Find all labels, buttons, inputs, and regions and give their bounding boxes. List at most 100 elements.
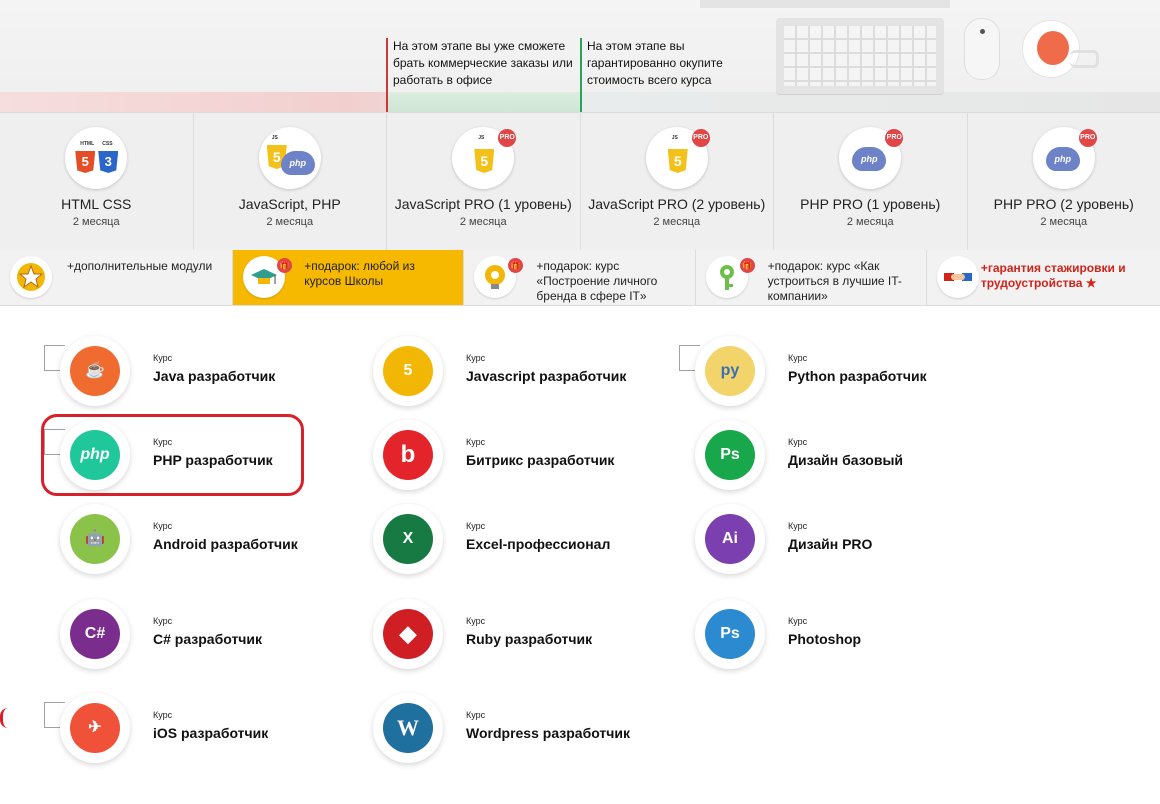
course-name: Ruby разработчик	[466, 631, 593, 647]
milestone-note-commercial: На этом этапе вы уже сможете брать комме…	[393, 39, 573, 87]
gift-icon: 🎁	[739, 258, 755, 273]
html5-icon: 5	[75, 151, 96, 173]
course-php-pro-1[interactable]: php PRO PHP PRO (1 уровень) 2 месяца	[774, 113, 968, 250]
mouse-illustration	[964, 18, 1000, 80]
keyboard-illustration	[776, 18, 944, 94]
course-title: PHP PRO (1 уровень)	[800, 196, 941, 212]
course-name: Дизайн PRO	[788, 536, 873, 552]
design-basic-icon: Ps	[705, 430, 755, 480]
php-elephant-icon: php	[1045, 147, 1080, 171]
excel-icon: X	[383, 514, 433, 564]
php-elephant-icon: php	[280, 151, 315, 175]
wordpress-icon: W	[383, 703, 433, 753]
course-duration: 2 месяца	[846, 216, 894, 228]
course-tile-excel[interactable]: X Курс Excel-профессионал	[355, 499, 655, 579]
course-tile-android[interactable]: 🤖 Курс Android разработчик	[42, 499, 342, 579]
course-tile-javascript[interactable]: 5 Курс Javascript разработчик	[355, 331, 655, 411]
desk-edge	[700, 0, 950, 8]
course-duration: 2 месяца	[72, 216, 120, 228]
gift-icon: 🎁	[277, 258, 293, 273]
milestone-note-payback: На этом этапе вы гарантированно окупите …	[587, 39, 723, 87]
bitrix-icon: b	[383, 430, 433, 480]
cup-handle-illustration	[1070, 50, 1099, 68]
course-js-php[interactable]: JS 5 php JavaScript, PHP 2 месяца	[194, 113, 387, 250]
js-pro-icon: JS 5 PRO	[452, 127, 517, 189]
pro-badge: PRO	[1078, 129, 1097, 147]
course-tile-design-basic[interactable]: Ps Курс Дизайн базовый	[677, 415, 977, 495]
android-icon: 🤖	[70, 514, 120, 564]
course-tile-bitrix[interactable]: b Курс Битрикс разработчик	[355, 415, 655, 495]
course-js-pro-2[interactable]: JS 5 PRO JavaScript PRO (2 уровень) 2 ме…	[581, 113, 774, 250]
course-tile-python[interactable]: py Курс Python разработчик	[677, 331, 977, 411]
timeline-green-segment	[387, 92, 581, 112]
bonus-gift-personal-brand[interactable]: 🎁 +подарок: курс «Построение личного бре…	[464, 250, 696, 305]
bonus-bar: +дополнительные модули 🎁 +подарок: любой…	[0, 250, 1160, 306]
course-duration: 2 месяца	[459, 216, 507, 228]
course-tile-design-pro[interactable]: Ai Курс Дизайн PRO	[677, 499, 977, 579]
pro-badge: PRO	[498, 129, 517, 147]
course-name: iOS разработчик	[153, 725, 269, 741]
lightbulb-icon: 🎁	[474, 256, 524, 298]
php-pro-icon: php PRO	[1032, 127, 1097, 189]
swift-icon: ✈	[70, 703, 120, 753]
course-js-pro-1[interactable]: JS 5 PRO JavaScript PRO (1 уровень) 2 ме…	[387, 113, 581, 250]
course-tile-csharp[interactable]: C# Курс C# разработчик	[42, 594, 342, 674]
pro-badge: PRO	[885, 129, 904, 147]
php-elephant-icon: php	[852, 147, 887, 171]
html-css-icon: HTML CSS 5 3	[65, 127, 128, 189]
js-shield-icon: 5	[474, 149, 495, 173]
course-tile-java[interactable]: ☕ Курс Java разработчик	[42, 331, 342, 411]
course-roadmap: HTML CSS 5 3 HTML CSS 2 месяца JS 5 php …	[0, 112, 1160, 251]
milestone-line-green	[580, 38, 582, 112]
selection-highlight	[41, 414, 304, 496]
course-name: Photoshop	[788, 631, 862, 647]
handshake-icon	[936, 256, 979, 298]
java-icon: ☕	[70, 346, 120, 396]
course-php-pro-2[interactable]: php PRO PHP PRO (2 уровень) 2 месяца	[968, 113, 1160, 250]
design-pro-icon: Ai	[705, 514, 755, 564]
ruby-icon: ◆	[383, 609, 433, 659]
course-tile-ios[interactable]: ✈ Курс iOS разработчик	[42, 688, 342, 768]
course-html-css[interactable]: HTML CSS 5 3 HTML CSS 2 месяца	[0, 113, 194, 250]
js-shield-icon: 5	[667, 149, 688, 173]
course-title: JavaScript, PHP	[238, 196, 341, 212]
course-title: HTML CSS	[61, 196, 132, 212]
course-name: Android разработчик	[153, 536, 298, 552]
css3-icon: 3	[98, 151, 119, 173]
js-php-icon: JS 5 php	[258, 127, 321, 189]
php-pro-icon: php PRO	[839, 127, 904, 189]
course-title: JavaScript PRO (2 уровень)	[588, 196, 766, 212]
photoshop-icon: Ps	[705, 609, 755, 659]
coffee-cup-illustration	[1022, 20, 1080, 78]
bonus-extra-modules[interactable]: +дополнительные модули	[0, 250, 234, 305]
graduation-cap-icon: 🎁	[243, 256, 293, 298]
bonus-gift-it-companies[interactable]: 🎁 +подарок: курс «Как устроиться в лучши…	[696, 250, 927, 305]
course-name: Excel-профессионал	[466, 536, 611, 552]
course-name: Wordpress разработчик	[466, 725, 631, 741]
gift-icon: 🎁	[508, 258, 524, 273]
course-duration: 2 месяца	[266, 216, 314, 228]
javascript-icon: 5	[383, 346, 433, 396]
course-title: JavaScript PRO (1 уровень)	[394, 196, 572, 212]
course-name: Javascript разработчик	[466, 368, 627, 384]
edge-mark	[0, 708, 8, 728]
csharp-icon: C#	[70, 609, 120, 659]
star-medal-icon	[10, 256, 52, 298]
bonus-guarantee[interactable]: +гарантия стажировки и трудоустройства ★	[927, 250, 1160, 305]
course-title: PHP PRO (2 уровень)	[993, 196, 1134, 212]
course-tile-wordpress[interactable]: W Курс Wordpress разработчик	[355, 688, 655, 768]
js-pro-icon: JS 5 PRO	[645, 127, 710, 189]
course-name: Python разработчик	[788, 368, 927, 384]
course-name: Дизайн базовый	[788, 452, 904, 468]
course-name: Битрикс разработчик	[466, 452, 615, 468]
hero-strip: На этом этапе вы уже сможете брать комме…	[0, 0, 1160, 112]
key-icon: 🎁	[705, 256, 755, 298]
milestone-line-red	[386, 38, 388, 112]
course-duration: 2 месяца	[1040, 216, 1088, 228]
course-tile-ruby[interactable]: ◆ Курс Ruby разработчик	[355, 594, 655, 674]
bonus-gift-any-course[interactable]: 🎁 +подарок: любой из курсов Школы	[233, 250, 465, 305]
python-icon: py	[705, 346, 755, 396]
course-tile-photoshop[interactable]: Ps Курс Photoshop	[677, 594, 977, 674]
pro-badge: PRO	[691, 129, 710, 147]
course-duration: 2 месяца	[653, 216, 701, 228]
